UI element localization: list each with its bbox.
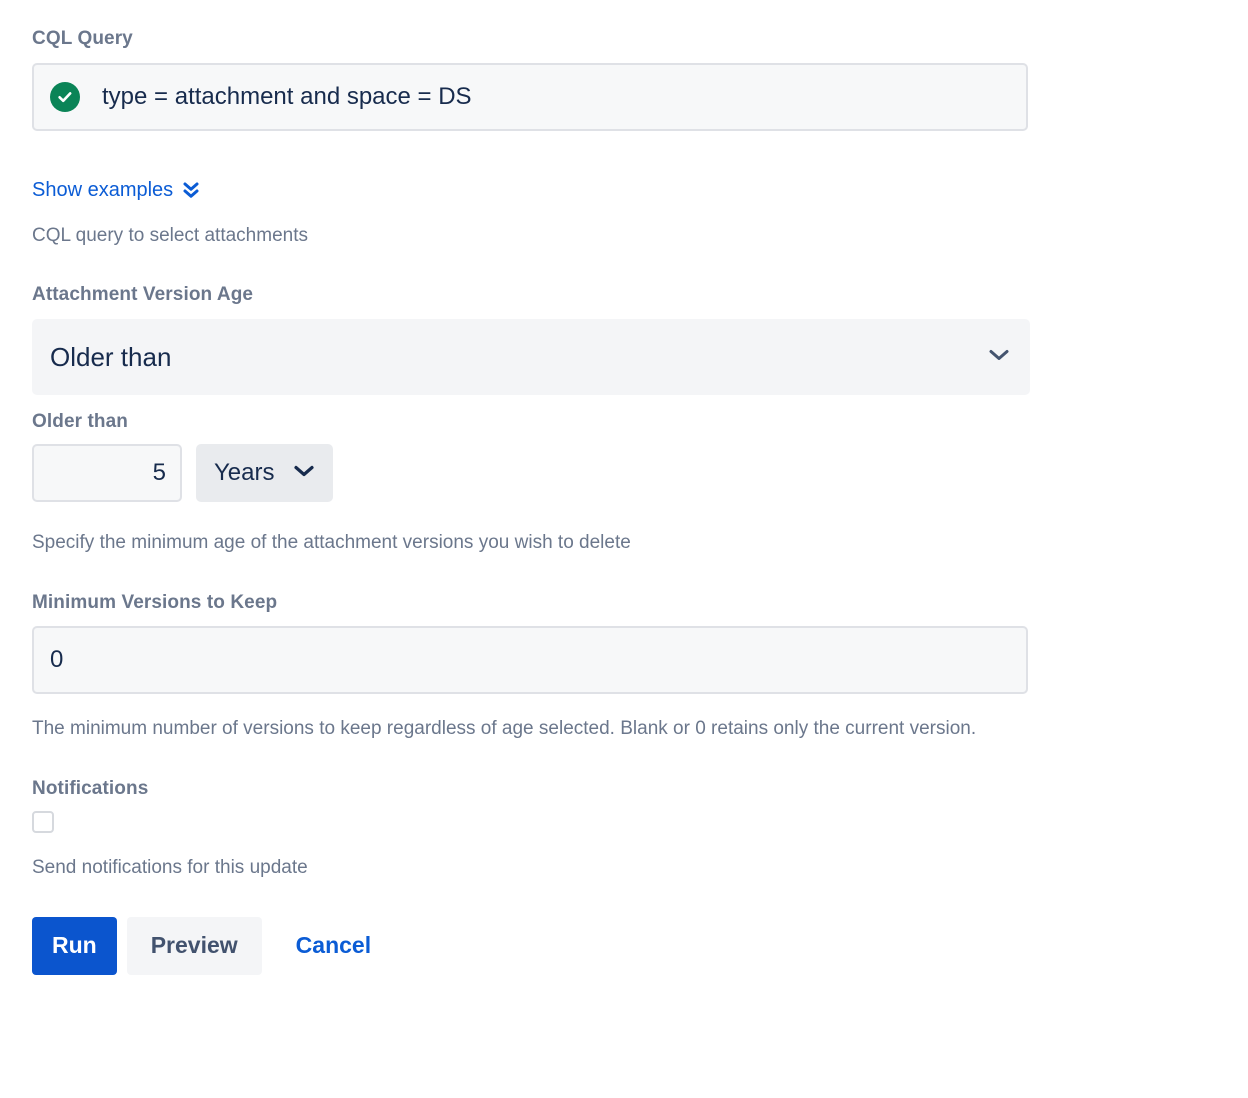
older-than-label: Older than: [32, 411, 129, 433]
minimum-versions-input[interactable]: 0: [32, 626, 1028, 695]
attachment-version-age-select[interactable]: Older than: [32, 319, 1030, 396]
attachment-version-age-value: Older than: [50, 341, 172, 372]
older-than-group: Older than 5 Years: [32, 411, 1216, 503]
attachment-version-age-group: Attachment Version Age Older than: [32, 284, 1216, 396]
double-chevron-down-icon: [182, 180, 200, 200]
minimum-versions-help-text: The minimum number of versions to keep r…: [32, 718, 977, 740]
minimum-versions-label: Minimum Versions to Keep: [32, 591, 278, 613]
check-circle-icon: [50, 81, 80, 112]
minimum-versions-value: 0: [50, 646, 64, 674]
cql-query-label: CQL Query: [32, 28, 133, 49]
preview-button[interactable]: Preview: [126, 916, 262, 975]
send-notifications-label: Send notifications for this update: [32, 856, 308, 878]
older-than-help-text: Specify the minimum age of the attachmen…: [32, 532, 631, 554]
older-than-amount-input[interactable]: 5: [32, 444, 182, 503]
older-than-unit-select[interactable]: Years: [196, 444, 333, 503]
attachment-version-age-label: Attachment Version Age: [32, 284, 254, 306]
show-examples-label: Show examples: [32, 178, 174, 201]
notifications-group: Notifications Send notifications for thi…: [32, 778, 1216, 880]
minimum-versions-group: Minimum Versions to Keep 0: [32, 592, 1216, 695]
older-than-controls: 5 Years: [32, 444, 1216, 503]
show-examples-link[interactable]: Show examples: [32, 179, 1216, 201]
cancel-button[interactable]: Cancel: [274, 917, 393, 975]
run-button[interactable]: Run: [32, 916, 117, 975]
chevron-down-icon: [293, 464, 315, 483]
cql-query-field-group: CQL Query type = attachment and space = …: [32, 28, 1216, 131]
attachment-cleanup-form: CQL Query type = attachment and space = …: [0, 0, 1248, 975]
send-notifications-checkbox[interactable]: [32, 810, 54, 833]
notifications-label: Notifications: [32, 778, 149, 800]
cql-query-help-text: CQL query to select attachments: [32, 224, 308, 246]
cql-query-input[interactable]: type = attachment and space = DS: [32, 62, 1028, 131]
cql-query-value: type = attachment and space = DS: [102, 82, 472, 110]
older-than-unit-value: Years: [214, 459, 275, 487]
form-action-buttons: Run Preview Cancel: [32, 916, 1216, 975]
chevron-down-icon: [988, 348, 1010, 367]
